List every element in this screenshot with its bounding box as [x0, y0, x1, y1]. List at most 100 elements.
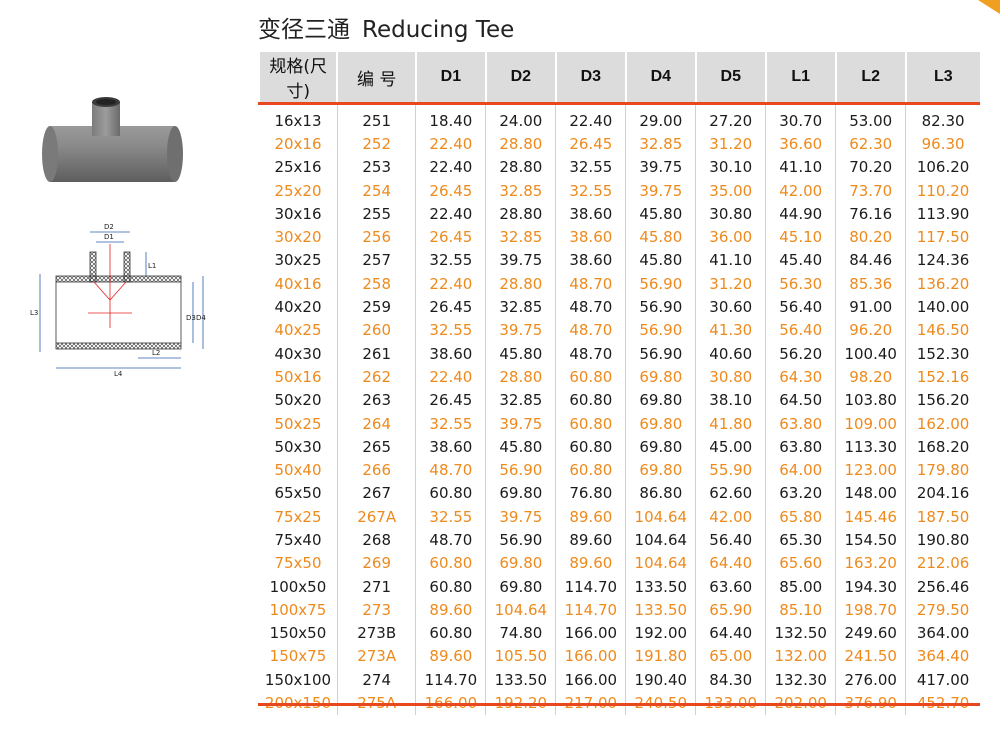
table-cell: 85.10: [765, 598, 836, 622]
table-cell: 65.80: [765, 505, 836, 529]
table-cell: 50x25: [274, 414, 322, 433]
table-cell: 96.30: [905, 132, 980, 156]
table-cell: 276.00: [835, 668, 906, 692]
table-cell: 56.40: [765, 295, 836, 319]
table-cell: 28.80: [485, 202, 556, 226]
table-cell: 60.80: [555, 435, 626, 459]
table-cell: 114.70: [415, 668, 486, 692]
table-cell: 105.50: [485, 644, 556, 669]
table-cell: 73.70: [835, 178, 906, 203]
table-cell: 16x13: [274, 111, 322, 130]
table-cell: 32.85: [485, 295, 556, 319]
table-cell: 75x50: [274, 554, 322, 573]
table-cell: 256.46: [905, 574, 980, 599]
table-cell: 75x25: [274, 507, 322, 526]
table-cell: 18.40: [415, 103, 486, 133]
table-cell: 136.20: [905, 272, 980, 296]
table-cell: 65x50: [274, 484, 322, 503]
table-cell: 26.45: [415, 225, 486, 249]
table-cell: 26.45: [415, 388, 486, 412]
table-cell: 168.20: [905, 435, 980, 459]
table-body: 16x13 251 18.40 24.00 22.40 29.00 27.20 30.70 53…: [259, 103, 980, 715]
table-cell: 41.10: [695, 248, 766, 273]
table-row: 100x50 271 60.80 69.80 114.70 133.50 63.60 85.0…: [259, 574, 980, 599]
table-cell: 41.30: [695, 318, 766, 342]
table-cell: 45.80: [625, 248, 696, 273]
table-cell: 104.64: [625, 505, 696, 529]
table-cell: 132.00: [765, 644, 836, 669]
table-cell: 39.75: [485, 248, 556, 273]
table-cell: 132.30: [765, 668, 836, 692]
table-cell: 30.60: [695, 295, 766, 319]
table-row: 25x16 253 22.40 28.80 32.55 39.75 30.10 41.10 70…: [259, 155, 980, 179]
table-cell: 260: [336, 318, 416, 342]
table-cell: 56.90: [625, 272, 696, 296]
table-cell: 45.80: [485, 435, 556, 459]
table-cell: 50x30: [274, 437, 322, 456]
table-cell: 249.60: [835, 621, 906, 645]
table-cell: 56.40: [695, 528, 766, 552]
table-cell: 257: [336, 248, 416, 273]
table-cell: 69.80: [485, 481, 556, 506]
table-cell: 48.70: [555, 272, 626, 296]
column-header: D2: [484, 52, 556, 104]
table-cell: 65.60: [765, 551, 836, 575]
table-cell: 166.00: [555, 621, 626, 645]
table-cell: 32.55: [555, 178, 626, 203]
table-cell: 69.80: [485, 551, 556, 575]
table-cell: 364.40: [905, 644, 980, 669]
table-cell: 32.55: [415, 318, 486, 342]
table-cell: 104.64: [625, 528, 696, 552]
table-cell: 45.80: [485, 341, 556, 366]
title-cn: 变径三通: [258, 17, 350, 43]
column-header: L1: [764, 52, 836, 104]
table-cell: 113.90: [905, 202, 980, 226]
label-d2: D2: [104, 223, 114, 231]
table-cell: 48.70: [555, 318, 626, 342]
table-cell: 256: [336, 225, 416, 249]
table-cell: 56.90: [625, 318, 696, 342]
table-cell: 60.80: [555, 365, 626, 389]
table-cell: 45.00: [695, 435, 766, 459]
table-cell: 22.40: [415, 272, 486, 296]
tee-dimension-drawing: D2 D1 L1 L3 D3 D4 L2 L4: [30, 223, 206, 378]
table-cell: 38.60: [415, 435, 486, 459]
table-cell: 253: [336, 155, 416, 179]
table-cell: 252: [336, 132, 416, 156]
table-cell: 26.45: [555, 132, 626, 156]
page-title: 变径三通 Reducing Tee: [258, 10, 514, 44]
table-cell: 64.30: [765, 365, 836, 389]
table-cell: 69.80: [625, 365, 696, 389]
label-l3: L3: [30, 309, 38, 317]
table-cell: 64.40: [695, 551, 766, 575]
table-cell: 190.80: [905, 528, 980, 552]
table-cell: 24.00: [485, 103, 556, 133]
table-cell: 194.30: [835, 574, 906, 599]
column-header: L3: [904, 52, 980, 104]
table-cell: 262: [336, 365, 416, 389]
table-row: 50x20 263 26.45 32.85 60.80 69.80 38.10 64.50 10…: [259, 388, 980, 412]
table-cell: 84.46: [835, 248, 906, 273]
table-cell: 22.40: [555, 103, 626, 133]
table-cell: 64.40: [695, 621, 766, 645]
table-cell: 39.75: [485, 505, 556, 529]
table-row: 150x100 274 114.70 133.50 166.00 190.40 84.30 1…: [259, 668, 980, 692]
table-cell: 109.00: [835, 411, 906, 436]
table-cell: 261: [336, 341, 416, 366]
table-cell: 80.20: [835, 225, 906, 249]
table-cell: 30x20: [274, 228, 322, 247]
table-cell: 28.80: [485, 155, 556, 179]
table-cell: 39.75: [485, 411, 556, 436]
table-cell: 28.80: [485, 132, 556, 156]
table-cell: 133.50: [485, 668, 556, 692]
table-cell: 96.20: [835, 318, 906, 342]
table-cell: 45.80: [625, 225, 696, 249]
table-row: 50x30 265 38.60 45.80 60.80 69.80 45.00 63.80 11…: [259, 435, 980, 459]
table-cell: 39.75: [485, 318, 556, 342]
table-cell: 241.50: [835, 644, 906, 669]
table-cell: 26.45: [415, 295, 486, 319]
corner-accent: [978, 0, 1000, 14]
table-cell: 145.46: [835, 505, 906, 529]
table-cell: 150x50: [269, 624, 327, 643]
table-cell: 103.80: [835, 388, 906, 412]
